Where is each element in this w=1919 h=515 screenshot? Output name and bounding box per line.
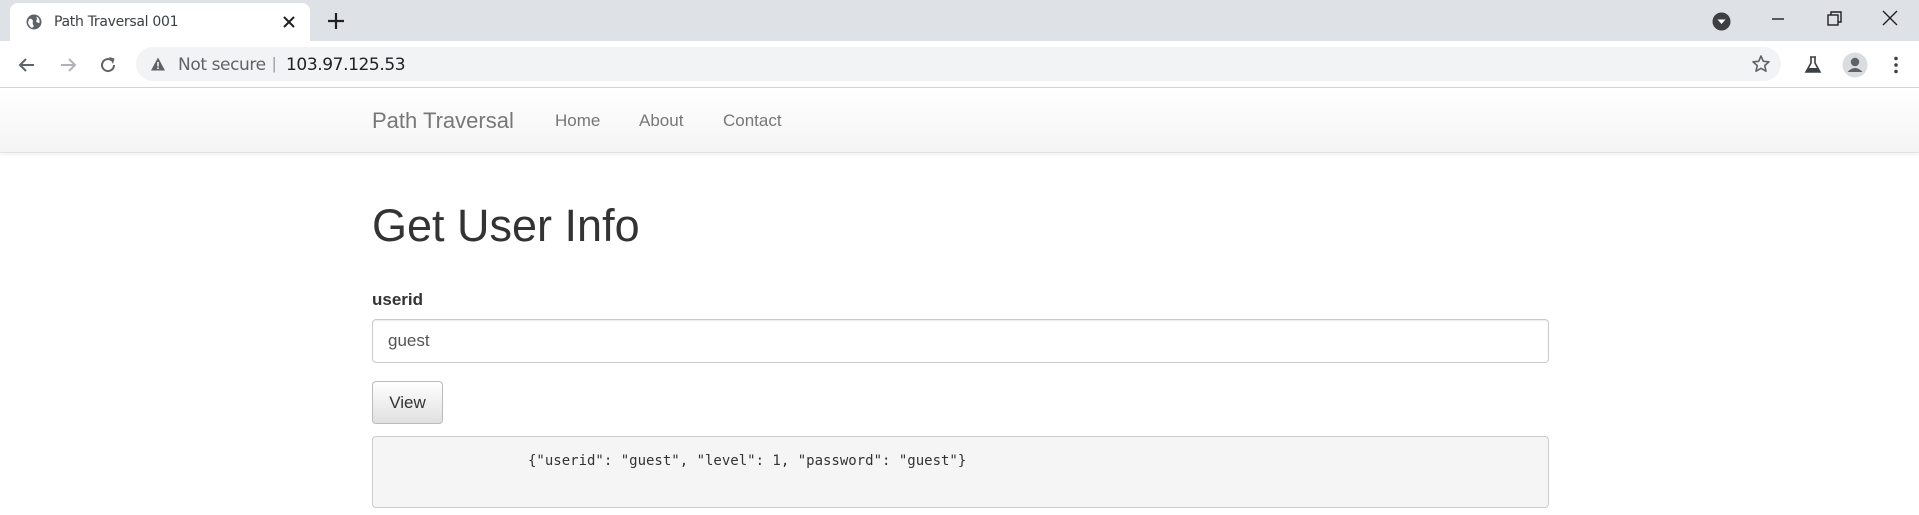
userid-input[interactable] [372, 319, 1549, 363]
kebab-menu-icon[interactable] [1885, 54, 1907, 76]
window-close-icon[interactable] [1878, 8, 1902, 30]
omnibox-separator: | [272, 54, 277, 73]
nav-link-contact[interactable]: Contact [723, 111, 782, 131]
plus-icon[interactable] [325, 10, 347, 32]
tab-title: Path Traversal 001 [54, 14, 179, 30]
browser-tab-strip: Path Traversal 001 [0, 0, 1919, 41]
back-arrow-icon[interactable] [16, 54, 38, 76]
nav-link-about[interactable]: About [639, 111, 683, 131]
browser-tab[interactable]: Path Traversal 001 [10, 3, 310, 41]
url-text[interactable]: 103.97.125.53 [286, 55, 406, 75]
address-bar[interactable]: Not secure | 103.97.125.53 [136, 47, 1781, 81]
page-title: Get User Info [372, 200, 640, 251]
result-json: {"userid": "guest", "level": 1, "passwor… [528, 453, 967, 469]
close-icon[interactable] [280, 13, 298, 31]
globe-icon [26, 14, 42, 30]
star-icon[interactable] [1751, 54, 1771, 74]
tab-search-icon[interactable] [1712, 12, 1731, 31]
browser-toolbar: Not secure | 103.97.125.53 [0, 41, 1919, 88]
profile-icon[interactable] [1842, 52, 1868, 78]
forward-arrow-icon[interactable] [57, 54, 79, 76]
warning-icon[interactable] [150, 56, 166, 72]
reload-icon[interactable] [97, 54, 119, 76]
restore-icon[interactable] [1822, 8, 1846, 30]
view-button[interactable]: View [372, 381, 443, 424]
userid-label: userid [372, 290, 424, 309]
site-navbar: Path Traversal Home About Contact [0, 88, 1919, 153]
labs-flask-icon[interactable] [1802, 54, 1824, 76]
navbar-brand[interactable]: Path Traversal [372, 108, 514, 134]
minimize-icon[interactable] [1766, 8, 1790, 30]
result-box: {"userid": "guest", "level": 1, "passwor… [372, 436, 1549, 508]
nav-link-home[interactable]: Home [555, 111, 600, 131]
not-secure-label[interactable]: Not secure [178, 55, 266, 75]
